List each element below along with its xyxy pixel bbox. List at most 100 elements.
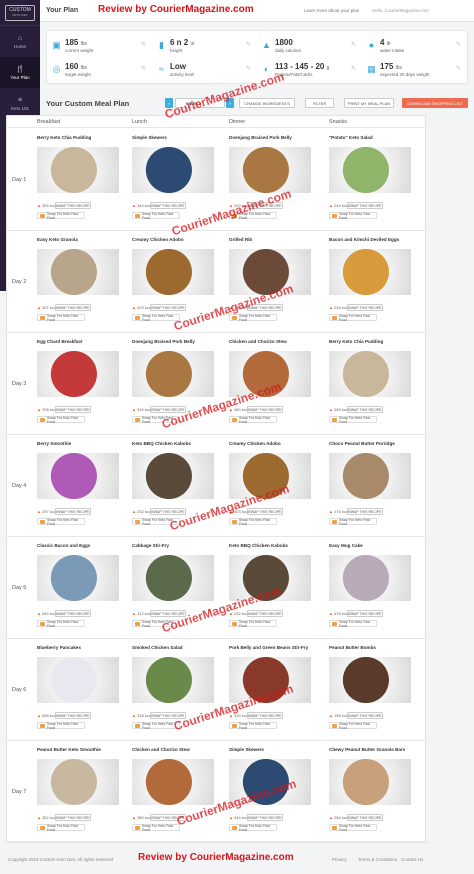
recipe-image[interactable] (37, 453, 119, 499)
swap-recipe-button[interactable]: SWAP THIS RECIPE (150, 304, 186, 311)
recipe-name[interactable]: Cabbage Stir-Fry (132, 543, 227, 548)
user-greeting[interactable]: Hello, CourierMagazine.com (372, 8, 429, 13)
next-week-button[interactable]: > (226, 98, 234, 108)
recipe-image[interactable] (329, 351, 411, 397)
swap-fast-food-button[interactable]: Swap For Keto Fast Food (329, 212, 377, 220)
recipe-name[interactable]: Easy Mug Cake (329, 543, 424, 548)
swap-fast-food-button[interactable]: Swap For Keto Fast Food (229, 620, 277, 628)
recipe-image[interactable] (329, 249, 411, 295)
recipe-name[interactable]: Creamy Chicken Adobo (132, 237, 227, 242)
swap-fast-food-button[interactable]: Swap For Keto Fast Food (229, 518, 277, 526)
swap-recipe-button[interactable]: SWAP THIS RECIPE (150, 814, 186, 821)
recipe-image[interactable] (229, 249, 311, 295)
recipe-image[interactable] (37, 147, 119, 193)
swap-fast-food-button[interactable]: Swap For Keto Fast Food (132, 620, 180, 628)
swap-recipe-button[interactable]: SWAP THIS RECIPE (55, 712, 91, 719)
swap-fast-food-button[interactable]: Swap For Keto Fast Food (37, 416, 85, 424)
sidebar-item-your-plan[interactable]: 🍴 Your Plan (0, 57, 40, 88)
swap-fast-food-button[interactable]: Swap For Keto Fast Food (37, 824, 85, 832)
swap-fast-food-button[interactable]: Swap For Keto Fast Food (329, 518, 377, 526)
swap-fast-food-button[interactable]: Swap For Keto Fast Food (132, 518, 180, 526)
edit-icon[interactable]: ✎ (246, 65, 251, 72)
edit-icon[interactable]: ✎ (351, 41, 356, 48)
swap-recipe-button[interactable]: SWAP THIS RECIPE (247, 406, 283, 413)
recipe-image[interactable] (329, 555, 411, 601)
change-ingredients-button[interactable]: CHANGE INGREDIENTS (239, 98, 295, 108)
edit-icon[interactable]: ✎ (141, 41, 146, 48)
swap-fast-food-button[interactable]: Swap For Keto Fast Food (37, 722, 85, 730)
recipe-image[interactable] (132, 759, 214, 805)
swap-fast-food-button[interactable]: Swap For Keto Fast Food (132, 824, 180, 832)
recipe-name[interactable]: Pork Belly and Green Beans Stir-Fry (229, 645, 324, 650)
terms-link[interactable]: Terms & Conditions (358, 857, 397, 862)
recipe-name[interactable]: Bacon and Kimchi Deviled Eggs (329, 237, 424, 242)
swap-recipe-button[interactable]: SWAP THIS RECIPE (55, 508, 91, 515)
recipe-image[interactable] (229, 759, 311, 805)
swap-recipe-button[interactable]: SWAP THIS RECIPE (247, 814, 283, 821)
swap-fast-food-button[interactable]: Swap For Keto Fast Food (329, 722, 377, 730)
recipe-image[interactable] (229, 351, 311, 397)
recipe-image[interactable] (37, 555, 119, 601)
swap-recipe-button[interactable]: SWAP THIS RECIPE (150, 202, 186, 209)
week-selector[interactable]: WEEK 1 (175, 98, 225, 108)
recipe-name[interactable]: Chicken and Chorizo Stew (229, 339, 324, 344)
swap-recipe-button[interactable]: SWAP THIS RECIPE (150, 712, 186, 719)
edit-icon[interactable]: ✎ (456, 41, 461, 48)
swap-fast-food-button[interactable]: Swap For Keto Fast Food (132, 314, 180, 322)
swap-recipe-button[interactable]: SWAP THIS RECIPE (55, 814, 91, 821)
recipe-name[interactable]: Berry Keto Chia Pudding (37, 135, 132, 140)
swap-fast-food-button[interactable]: Swap For Keto Fast Food (132, 722, 180, 730)
prev-week-button[interactable]: < (165, 98, 173, 108)
swap-fast-food-button[interactable]: Swap For Keto Fast Food (229, 212, 277, 220)
recipe-image[interactable] (229, 657, 311, 703)
contact-link[interactable]: Contact Us (401, 857, 423, 862)
swap-recipe-button[interactable]: SWAP THIS RECIPE (55, 202, 91, 209)
recipe-image[interactable] (132, 249, 214, 295)
recipe-name[interactable]: Egg Chard Breakfast (37, 339, 132, 344)
swap-fast-food-button[interactable]: Swap For Keto Fast Food (37, 212, 85, 220)
swap-recipe-button[interactable]: SWAP THIS RECIPE (247, 304, 283, 311)
swap-recipe-button[interactable]: SWAP THIS RECIPE (55, 610, 91, 617)
recipe-name[interactable]: Simple Skewers (229, 747, 324, 752)
swap-recipe-button[interactable]: SWAP THIS RECIPE (247, 202, 283, 209)
swap-fast-food-button[interactable]: Swap For Keto Fast Food (329, 620, 377, 628)
recipe-name[interactable]: Smoked Chicken Salad (132, 645, 227, 650)
recipe-image[interactable] (37, 759, 119, 805)
recipe-name[interactable]: "Potato" Keto Salad (329, 135, 424, 140)
swap-fast-food-button[interactable]: Swap For Keto Fast Food (329, 314, 377, 322)
learn-more-link[interactable]: Learn more about your plan (304, 8, 359, 13)
recipe-name[interactable]: Grilled Rib (229, 237, 324, 242)
swap-fast-food-button[interactable]: Swap For Keto Fast Food (132, 212, 180, 220)
swap-fast-food-button[interactable]: Swap For Keto Fast Food (37, 314, 85, 322)
recipe-image[interactable] (132, 453, 214, 499)
swap-fast-food-button[interactable]: Swap For Keto Fast Food (329, 416, 377, 424)
recipe-name[interactable]: Keto BBQ Chicken Kabobs (132, 441, 227, 446)
edit-icon[interactable]: ✎ (456, 65, 461, 72)
swap-recipe-button[interactable]: SWAP THIS RECIPE (150, 610, 186, 617)
recipe-name[interactable]: Chewy Peanut Butter Granola Bars (329, 747, 424, 752)
recipe-image[interactable] (229, 453, 311, 499)
swap-recipe-button[interactable]: SWAP THIS RECIPE (347, 304, 383, 311)
recipe-name[interactable]: Classic Bacon and Eggs (37, 543, 132, 548)
edit-icon[interactable]: ✎ (141, 65, 146, 72)
swap-recipe-button[interactable]: SWAP THIS RECIPE (247, 712, 283, 719)
swap-recipe-button[interactable]: SWAP THIS RECIPE (347, 406, 383, 413)
swap-recipe-button[interactable]: SWAP THIS RECIPE (247, 610, 283, 617)
recipe-name[interactable]: Berry Smoothie (37, 441, 132, 446)
recipe-name[interactable]: Peanut Butter Bombs (329, 645, 424, 650)
recipe-image[interactable] (329, 657, 411, 703)
recipe-image[interactable] (132, 657, 214, 703)
download-shopping-list-button[interactable]: DOWNLOAD SHOPPING LIST (402, 98, 468, 108)
swap-fast-food-button[interactable]: Swap For Keto Fast Food (229, 824, 277, 832)
swap-recipe-button[interactable]: SWAP THIS RECIPE (347, 202, 383, 209)
recipe-image[interactable] (229, 555, 311, 601)
recipe-name[interactable]: Choco Peanut Butter Porridge (329, 441, 424, 446)
recipe-name[interactable]: Easy Keto Granola (37, 237, 132, 242)
swap-recipe-button[interactable]: SWAP THIS RECIPE (150, 508, 186, 515)
print-meal-plan-button[interactable]: PRINT MY MEAL PLAN (344, 98, 394, 108)
recipe-name[interactable]: Simple Skewers (132, 135, 227, 140)
recipe-image[interactable] (132, 351, 214, 397)
recipe-name[interactable]: Doenjang Braised Pork Belly (229, 135, 324, 140)
recipe-name[interactable]: Blueberry Pancakes (37, 645, 132, 650)
recipe-image[interactable] (37, 657, 119, 703)
